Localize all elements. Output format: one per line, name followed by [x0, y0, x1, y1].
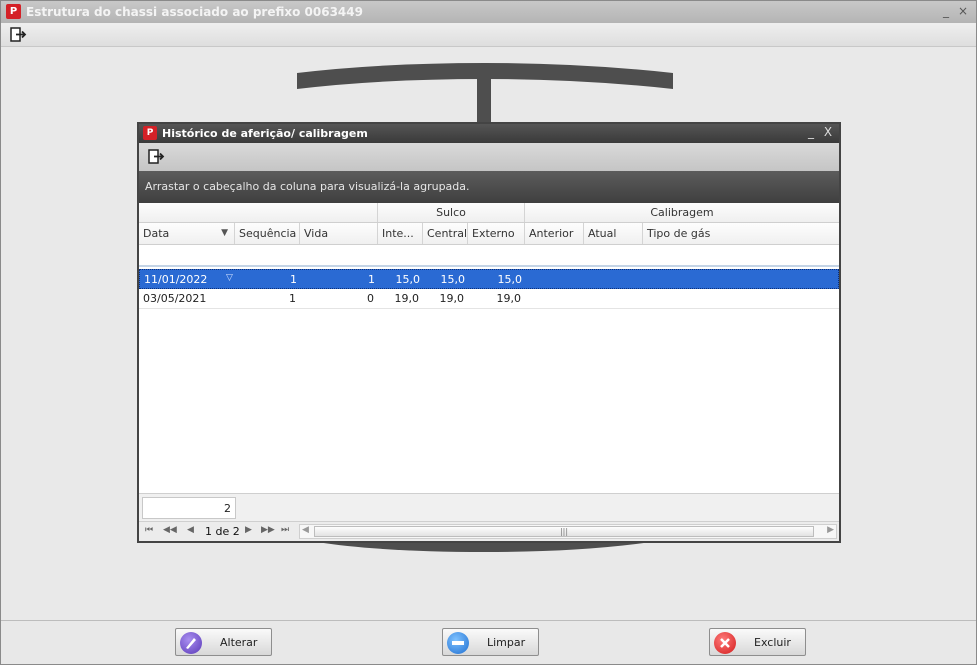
first-record-button[interactable]: ⏮ [145, 525, 153, 535]
cell-data: 11/01/2022 [144, 273, 208, 286]
close-button[interactable]: × [956, 4, 970, 18]
cell-interno: 15,0 [395, 273, 421, 286]
cell-sequencia: 1 [290, 273, 297, 286]
edit-icon [180, 632, 202, 654]
cell-atual [584, 289, 643, 308]
alterar-label: Alterar [220, 636, 258, 649]
cell-anterior [526, 270, 585, 288]
data-grid: Sulco Calibragem Data ▼ Sequência Vida I… [139, 203, 839, 493]
exit-icon[interactable] [9, 26, 27, 44]
next-page-button[interactable]: ▶▶ [261, 525, 275, 535]
grid-footer: 2 [139, 493, 839, 521]
band-calibragem[interactable]: Calibragem [525, 203, 839, 222]
cell-tipo-gas [643, 289, 839, 308]
dialog-title: Histórico de aferição/ calibragem [162, 127, 368, 140]
minimize-button[interactable]: _ [939, 4, 953, 18]
excluir-label: Excluir [754, 636, 791, 649]
cell-sequencia: 1 [289, 292, 296, 305]
sort-desc-icon: ▼ [221, 228, 228, 238]
cell-interno: 19,0 [394, 292, 420, 305]
prev-page-button[interactable]: ◀◀ [163, 525, 177, 535]
band-header-row: Sulco Calibragem [139, 203, 839, 223]
limpar-button[interactable]: Limpar [442, 628, 539, 656]
grid-navigator: ⏮ ◀◀ ◀ 1 de 2 ▶ ▶▶ ⏭ ◀ ||| ▶ [139, 521, 839, 541]
scroll-right-arrow[interactable]: ▶ [827, 525, 834, 535]
cell-vida: 1 [368, 273, 375, 286]
prev-record-button[interactable]: ◀ [187, 525, 194, 535]
dialog-toolbar [139, 143, 839, 171]
group-by-hint: Arrastar o cabeçalho da coluna para visu… [145, 180, 470, 193]
filter-row[interactable] [139, 245, 839, 267]
filter-funnel-icon: ▽ [226, 273, 233, 283]
app-logo-icon: P [6, 4, 21, 19]
col-header-sequencia[interactable]: Sequência [235, 223, 300, 244]
group-by-panel[interactable]: Arrastar o cabeçalho da coluna para visu… [139, 171, 839, 203]
outer-title-bar: P Estrutura do chassi associado ao prefi… [1, 1, 976, 23]
bottom-action-bar: Alterar Limpar Excluir [1, 620, 976, 664]
alterar-button[interactable]: Alterar [175, 628, 272, 656]
col-header-anterior[interactable]: Anterior [525, 223, 584, 244]
historico-dialog: P Histórico de aferição/ calibragem _ X … [137, 122, 841, 543]
dialog-title-bar: P Histórico de aferição/ calibragem _ X [139, 124, 839, 143]
band-sulco[interactable]: Sulco [378, 203, 525, 222]
cell-vida: 0 [367, 292, 374, 305]
page-indicator: 1 de 2 [205, 525, 240, 538]
col-header-vida[interactable]: Vida [300, 223, 378, 244]
cell-tipo-gas [644, 270, 840, 288]
cell-externo: 15,0 [497, 273, 523, 286]
col-header-atual[interactable]: Atual [584, 223, 643, 244]
next-record-button[interactable]: ▶ [245, 525, 252, 535]
column-header-row: Data ▼ Sequência Vida Inte... Central Ex… [139, 223, 839, 245]
col-header-tipo-gas[interactable]: Tipo de gás [643, 223, 839, 244]
cell-atual [585, 270, 644, 288]
app-logo-icon: P [143, 126, 157, 140]
cell-externo: 19,0 [496, 292, 522, 305]
col-header-interno[interactable]: Inte... [378, 223, 423, 244]
band-empty [139, 203, 378, 222]
col-header-externo[interactable]: Externo [468, 223, 525, 244]
scroll-thumb[interactable]: ||| [314, 526, 814, 537]
table-row[interactable]: 03/05/2021 1 0 19,0 19,0 19,0 [139, 289, 839, 309]
dialog-minimize-button[interactable]: _ [804, 125, 818, 139]
delete-icon [714, 632, 736, 654]
table-row[interactable]: 11/01/2022 ▽ 1 1 15,0 15,0 15,0 [139, 269, 839, 289]
col-header-data[interactable]: Data ▼ [139, 223, 235, 244]
exit-icon[interactable] [147, 148, 165, 166]
cell-anterior [525, 289, 584, 308]
col-header-data-label: Data [143, 227, 170, 240]
cell-data: 03/05/2021 [143, 292, 207, 305]
cell-central: 15,0 [440, 273, 466, 286]
record-count: 2 [142, 497, 236, 519]
dialog-close-button[interactable]: X [821, 125, 835, 139]
outer-toolbar [1, 23, 976, 47]
limpar-label: Limpar [487, 636, 526, 649]
last-record-button[interactable]: ⏭ [281, 525, 289, 535]
outer-window-title: Estrutura do chassi associado ao prefixo… [26, 5, 363, 19]
col-header-central[interactable]: Central [423, 223, 468, 244]
horizontal-scrollbar[interactable]: ◀ ||| ▶ [299, 524, 837, 539]
excluir-button[interactable]: Excluir [709, 628, 806, 656]
cell-central: 19,0 [439, 292, 465, 305]
clear-icon [447, 632, 469, 654]
scroll-left-arrow[interactable]: ◀ [302, 525, 309, 535]
